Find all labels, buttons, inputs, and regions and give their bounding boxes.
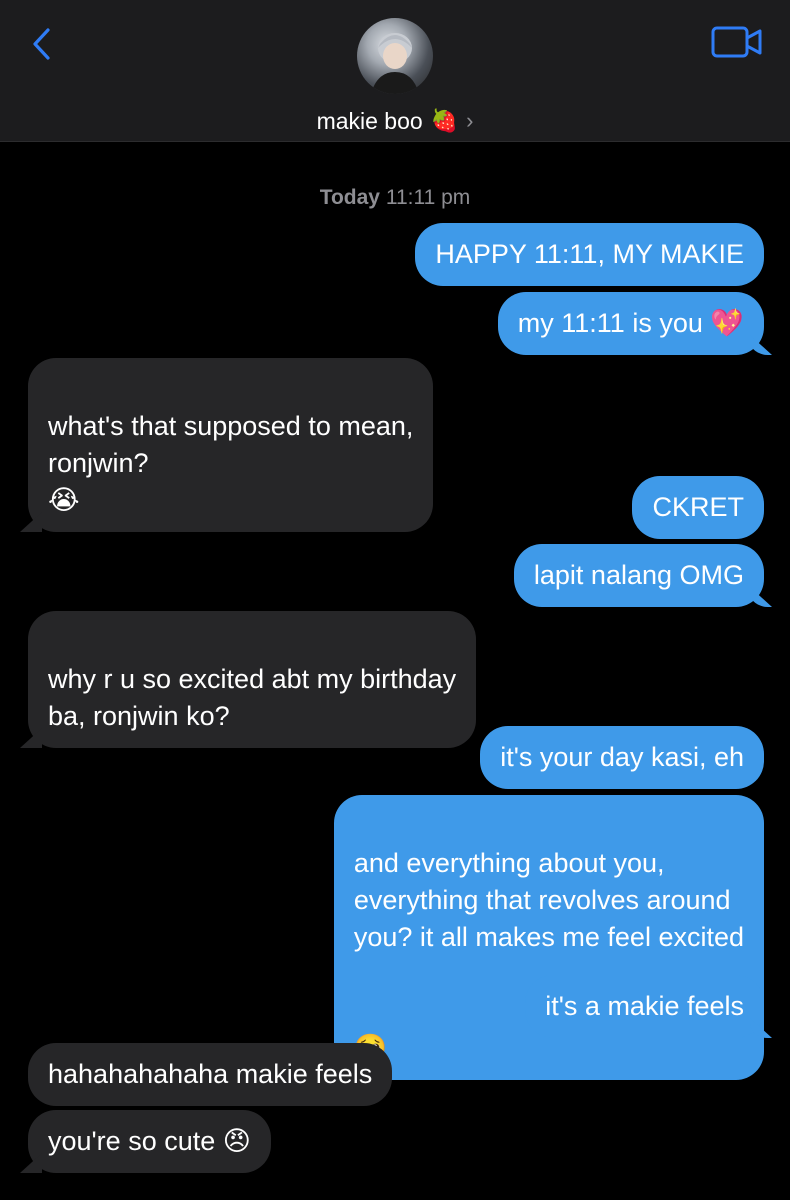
video-camera-icon[interactable] <box>710 24 766 60</box>
timestamp-day: Today <box>319 186 380 209</box>
contact-name-button[interactable]: makie boo 🍓 › <box>0 104 790 138</box>
sparkling-heart-emoji: 💖 <box>710 308 744 339</box>
message-bubble-sent[interactable]: lapit nalang OMG <box>513 544 764 607</box>
message-text: my 11:11 is you <box>517 308 703 338</box>
angry-face-emoji: 😠 <box>222 1126 251 1157</box>
message-text: CKRET <box>652 492 744 522</box>
conversation-header: makie boo 🍓 › <box>0 0 790 142</box>
message-text: you're so cute <box>48 1126 216 1156</box>
message-bubble-sent[interactable]: my 11:11 is you 💖 <box>497 292 764 355</box>
message-bubble-sent[interactable]: it's your day kasi, eh <box>480 726 764 789</box>
message-bubble-sent[interactable]: HAPPY 11:11, MY MAKIE <box>415 223 764 286</box>
message-bubble-received[interactable]: you're so cute 😠 <box>28 1110 271 1173</box>
message-text: lapit nalang OMG <box>533 560 744 590</box>
avatar[interactable] <box>357 18 433 94</box>
chevron-left-icon[interactable] <box>24 24 64 64</box>
message-text: hahahahahaha makie feels <box>48 1059 373 1089</box>
contact-name: makie boo <box>316 107 423 134</box>
timestamp-time: 11:11 pm <box>385 186 471 209</box>
message-timestamp: Today 11:11 pm <box>0 186 790 210</box>
chevron-right-icon: › <box>466 108 474 133</box>
message-bubble-received[interactable]: what's that supposed to mean, ronjwin? 😭 <box>28 358 434 532</box>
message-bubble-sent[interactable]: CKRET <box>632 476 764 539</box>
strawberry-emoji: 🍓 <box>430 108 459 134</box>
message-text: it's a makie feels <box>545 991 744 1021</box>
message-text: and everything about you, everything tha… <box>353 848 744 952</box>
message-text: it's your day kasi, eh <box>500 742 744 772</box>
message-bubble-sent[interactable]: it's a makie feels <box>525 975 764 1038</box>
message-text: HAPPY 11:11, MY MAKIE <box>435 239 744 269</box>
message-bubble-received[interactable]: hahahahahaha makie feels <box>28 1043 393 1106</box>
crying-face-emoji: 😭 <box>48 485 80 516</box>
message-text: why r u so excited abt my birthday ba, r… <box>48 664 457 731</box>
message-text: what's that supposed to mean, ronjwin? <box>48 411 414 478</box>
message-bubble-received[interactable]: why r u so excited abt my birthday ba, r… <box>28 611 477 748</box>
